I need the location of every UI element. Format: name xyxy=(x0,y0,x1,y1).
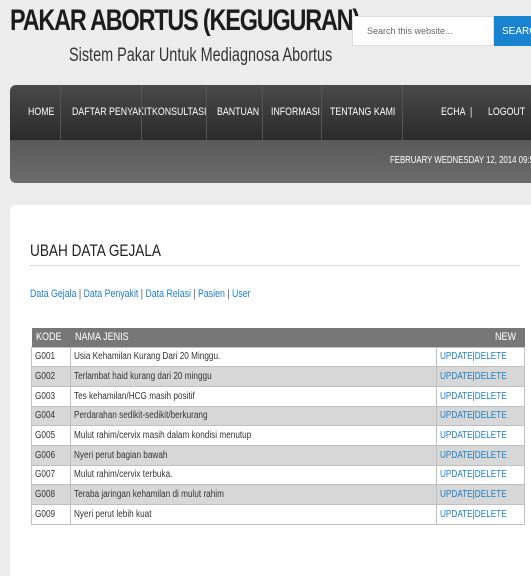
subnav-sep: | xyxy=(227,288,230,300)
page-title: UBAH DATA GEJALA xyxy=(30,241,161,260)
nav-user-divider: | xyxy=(470,106,473,118)
update-link[interactable]: UPDATE xyxy=(440,509,473,520)
nav-logout[interactable]: LOGOUT xyxy=(488,85,525,140)
cell-nama: Usia Kehamilan Kurang Dari 20 Minggu. xyxy=(70,346,437,368)
cell-kode: G009 xyxy=(30,504,72,525)
nav-konsultasi[interactable]: KONSULTASI xyxy=(152,85,206,140)
table-row: G009 Nyeri perut lebih kuat UPDATE|DELETE xyxy=(30,504,526,525)
nav-divider xyxy=(321,85,322,140)
subnav-sep: | xyxy=(78,288,82,300)
cell-nama: Terlambat haid kurang dari 20 minggu xyxy=(70,366,437,387)
date-text: FEBRUARY WEDNESDAY 12, 2014 09:54 xyxy=(390,155,531,166)
cell-nama: Nyeri perut lebih kuat xyxy=(70,504,437,525)
gejala-table: KODE NAMA JENIS NEW G001 Usia Kehamilan K… xyxy=(30,328,526,525)
delete-link[interactable]: DELETE xyxy=(474,410,506,421)
table-row: G001 Usia Kehamilan Kurang Dari 20 Minggu… xyxy=(30,346,526,368)
search-input[interactable] xyxy=(352,16,494,46)
table-row: G005 Mulut rahim/cervix masih dalam kondi… xyxy=(30,425,526,446)
cell-kode: G003 xyxy=(30,385,72,407)
delete-link[interactable]: DELETE xyxy=(474,391,506,402)
subnav-data-relasi[interactable]: Data Relasi xyxy=(145,288,190,300)
cell-nama: Nyeri perut bagian bawah xyxy=(70,444,437,466)
nav-daftar-penyakit[interactable]: DAFTAR PENYAKIT xyxy=(72,85,152,140)
cell-nama: Mulut rahim/cervix terbuka. xyxy=(70,464,437,486)
cell-nama: Tes kehamilan/HCG masih positif xyxy=(70,385,437,407)
cell-nama: Perdarahan sedikit-sedikit/berkurang xyxy=(70,405,437,427)
delete-link[interactable]: DELETE xyxy=(474,469,506,480)
delete-link[interactable]: DELETE xyxy=(474,371,506,382)
subnav-sep: | xyxy=(193,288,196,300)
update-link[interactable]: UPDATE xyxy=(440,371,473,382)
nav-informasi[interactable]: INFORMASI xyxy=(271,85,320,140)
site-title: PAKAR ABORTUS (KEGUGURAN) xyxy=(10,4,360,37)
table-row: G004 Perdarahan sedikit-sedikit/berkurang… xyxy=(30,405,526,427)
table-row: G003 Tes kehamilan/HCG masih positif UPDAT… xyxy=(30,385,526,407)
delete-link[interactable]: DELETE xyxy=(474,430,506,441)
table-row: G006 Nyeri perut bagian bawah UPDATE|DELET… xyxy=(30,444,526,466)
site-tagline: Sistem Pakar Untuk Mediagnosa Abortus xyxy=(69,45,333,66)
cell-kode: G006 xyxy=(30,444,72,466)
nav-divider xyxy=(262,85,263,140)
cell-kode: G002 xyxy=(30,366,72,387)
cell-actions: UPDATE|DELETE xyxy=(435,425,526,446)
nav-user[interactable]: ECHA xyxy=(441,85,465,140)
table-row: G002 Terlambat haid kurang dari 20 minggu… xyxy=(30,366,526,387)
nav-divider xyxy=(402,85,403,140)
subnav-data-penyakit[interactable]: Data Penyakit xyxy=(84,288,139,300)
nav-divider xyxy=(206,85,207,140)
cell-kode: G001 xyxy=(30,346,72,368)
cell-actions: UPDATE|DELETE xyxy=(435,504,526,525)
update-link[interactable]: UPDATE xyxy=(440,410,473,421)
heading-divider xyxy=(30,265,520,266)
delete-link[interactable]: DELETE xyxy=(474,509,506,520)
update-link[interactable]: UPDATE xyxy=(440,430,473,441)
nav-bantuan[interactable]: BANTUAN xyxy=(217,85,259,140)
table-row: G007 Mulut rahim/cervix terbuka. UPDATE|DE… xyxy=(30,464,526,486)
cell-actions: UPDATE|DELETE xyxy=(435,346,526,368)
subnav-data-gejala[interactable]: Data Gejala xyxy=(30,288,76,300)
nav-divider xyxy=(141,85,142,140)
cell-actions: UPDATE|DELETE xyxy=(435,484,526,505)
main-nav: HOME DAFTAR PENYAKIT KONSULTASI BANTUAN … xyxy=(10,85,531,140)
cell-kode: G007 xyxy=(30,464,72,486)
cell-actions: UPDATE|DELETE xyxy=(435,444,526,466)
cell-actions: UPDATE|DELETE xyxy=(435,385,526,407)
subnav-user[interactable]: User xyxy=(232,288,251,300)
content-panel: UBAH DATA GEJALA Data Gejala | Data Penyak… xyxy=(10,205,531,576)
update-link[interactable]: UPDATE xyxy=(440,450,473,461)
nav-home[interactable]: HOME xyxy=(28,85,54,140)
date-bar: FEBRUARY WEDNESDAY 12, 2014 09:54 xyxy=(10,140,531,183)
update-link[interactable]: UPDATE xyxy=(440,469,473,480)
subnav-pasien[interactable]: Pasien xyxy=(198,288,225,300)
cell-nama: Mulut rahim/cervix masih dalam kondisi m… xyxy=(70,425,437,446)
update-link[interactable]: UPDATE xyxy=(440,489,473,500)
cell-actions: UPDATE|DELETE xyxy=(435,464,526,486)
cell-kode: G004 xyxy=(30,405,72,427)
cell-kode: G005 xyxy=(30,425,72,446)
search-button[interactable]: SEARCH xyxy=(494,16,531,46)
table-header-row: KODE NAMA JENIS NEW xyxy=(31,328,525,347)
nav-divider xyxy=(60,85,61,140)
new-link[interactable]: NEW xyxy=(436,328,525,347)
update-link[interactable]: UPDATE xyxy=(440,391,473,402)
table-row: G008 Teraba jaringan kehamilan di mulut r… xyxy=(30,484,526,505)
admin-subnav: Data Gejala | Data Penyakit | Data Relasi | Pa… xyxy=(30,288,251,300)
cell-nama: Teraba jaringan kehamilan di mulut rahim xyxy=(70,484,437,505)
cell-kode: G008 xyxy=(30,484,72,505)
delete-link[interactable]: DELETE xyxy=(474,351,506,362)
delete-link[interactable]: DELETE xyxy=(474,450,506,461)
delete-link[interactable]: DELETE xyxy=(474,489,506,500)
update-link[interactable]: UPDATE xyxy=(440,351,473,362)
cell-actions: UPDATE|DELETE xyxy=(435,405,526,427)
col-header-nama: NAMA JENIS xyxy=(70,328,437,347)
cell-actions: UPDATE|DELETE xyxy=(435,366,526,387)
col-header-kode: KODE xyxy=(31,328,71,347)
nav-tentang-kami[interactable]: TENTANG KAMI xyxy=(330,85,395,140)
